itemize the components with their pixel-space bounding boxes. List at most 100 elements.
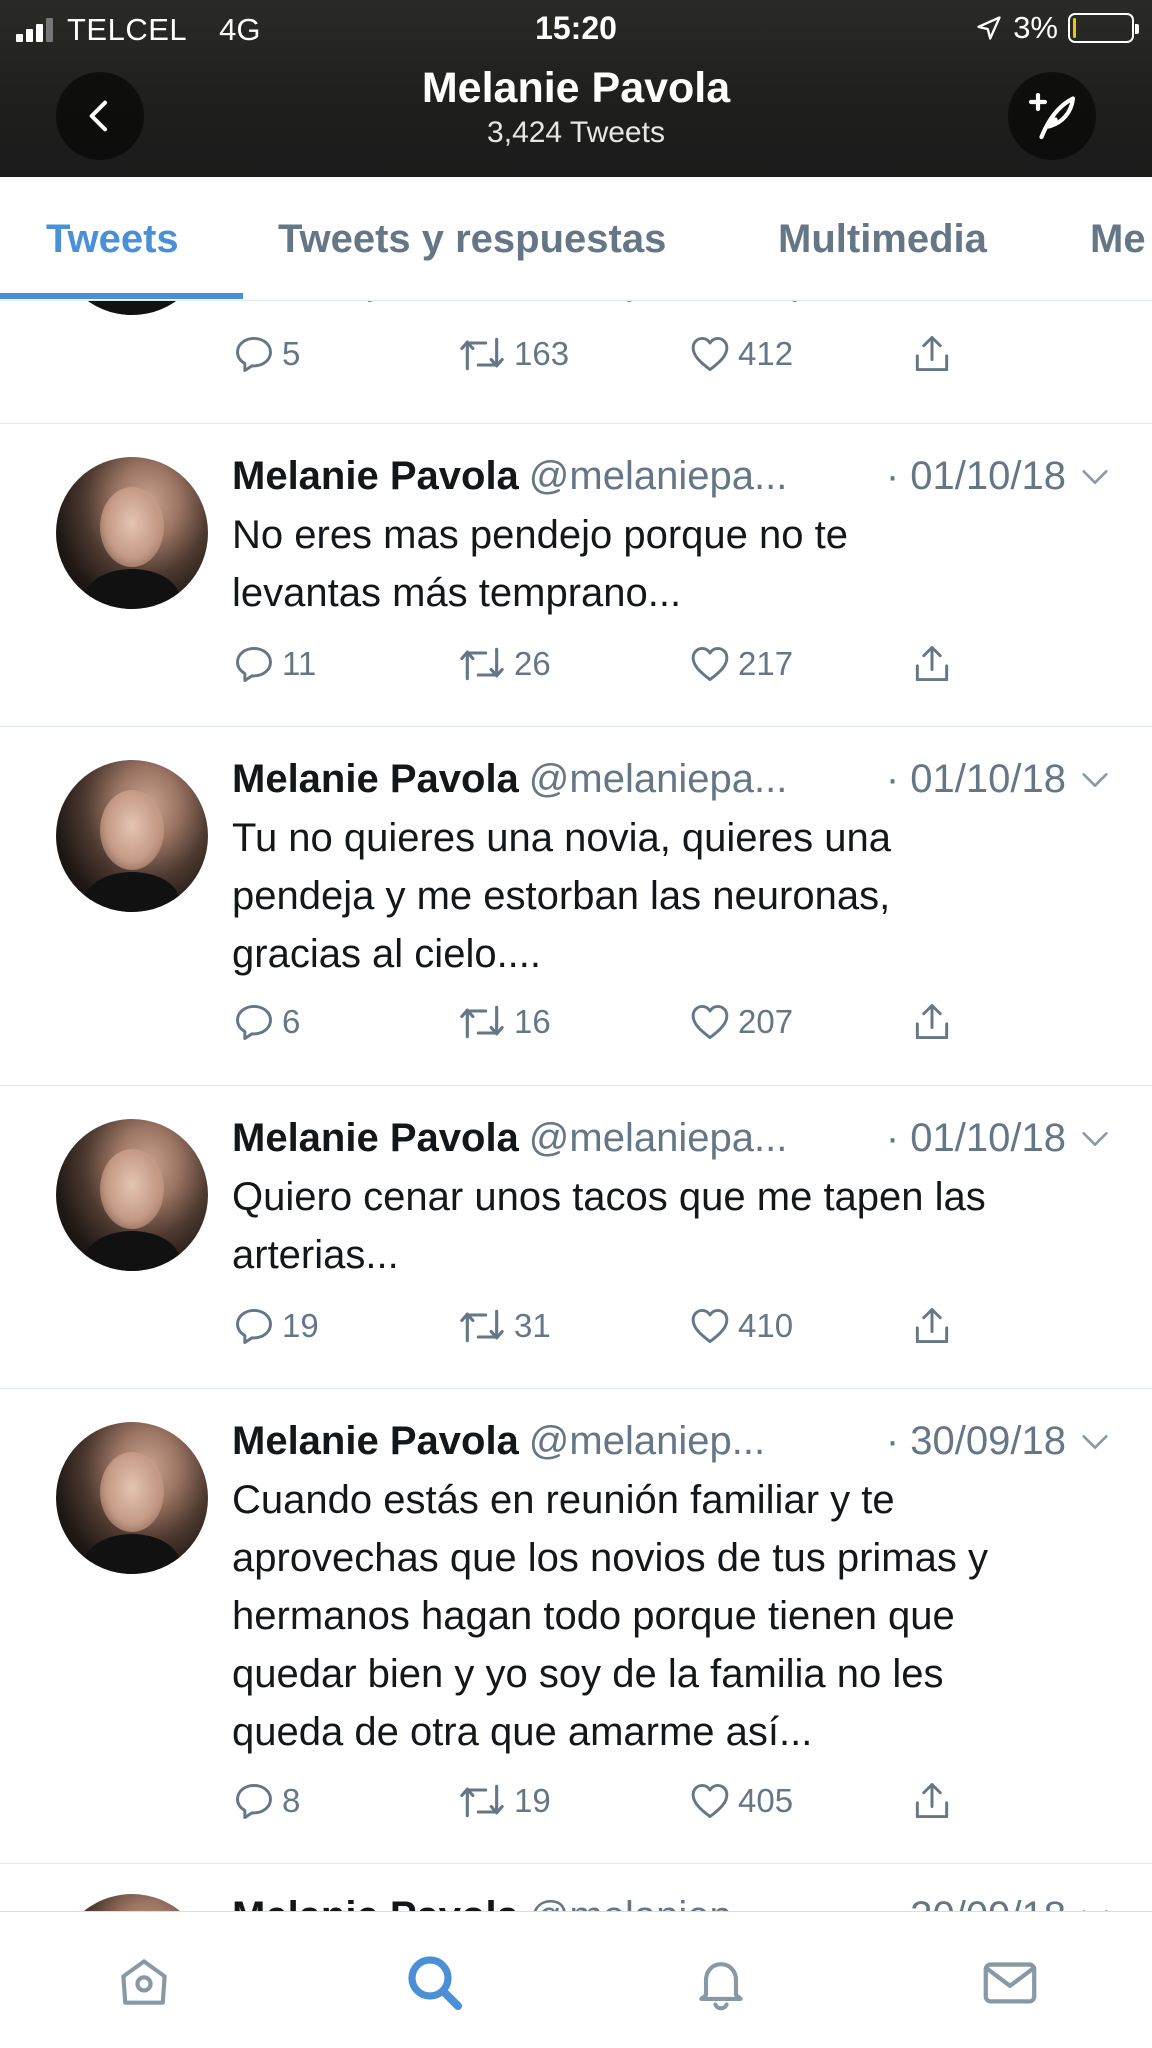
nav-home-button[interactable] [112,1950,176,2014]
chevron-down-icon[interactable] [1078,460,1112,494]
avatar[interactable] [56,457,208,609]
tweet-date: · 01/10/18 [885,757,1066,801]
reply-action[interactable]: 5 [232,332,300,376]
tweet-text-line: No eres mas pendejo porque no te [232,513,848,557]
reply-action[interactable]: 8 [232,1779,300,1823]
reply-icon [236,1004,272,1040]
like-count: 410 [738,1307,794,1344]
tweet-author-name[interactable]: Melanie Pavola [232,757,519,801]
tweet-text: Si cualquiera lo tiene, yo no lo quiero.… [232,301,1112,309]
reply-count: 19 [282,1307,319,1344]
reply-count: 6 [282,1003,301,1040]
avatar[interactable] [56,1894,208,1911]
nav-notifications-button[interactable] [689,1950,753,2014]
compose-tweet-button[interactable] [1008,72,1096,160]
chevron-down-icon[interactable] [1078,763,1112,797]
reply-action[interactable]: 11 [232,642,316,686]
heart-icon [691,1308,729,1344]
share-action[interactable] [910,332,954,376]
tweet[interactable]: Melanie Pavola @melaniepa... · 01/10/18 N… [0,424,1152,727]
tweet-date: · 01/10/18 [885,454,1066,498]
avatar[interactable] [56,1119,208,1271]
nav-messages-button[interactable] [978,1950,1042,2014]
avatar[interactable] [56,760,208,912]
retweet-count: 16 [514,1003,551,1040]
retweet-count: 26 [514,645,551,682]
tweet-author-handle: @melaniep... [529,1894,765,1911]
reply-count: 5 [282,335,301,372]
battery-level [1073,18,1077,38]
tab-tweets[interactable]: Tweets [46,217,179,262]
tweet-header: Melanie Pavola @melaniepa... · 01/10/18 [232,454,1112,499]
reply-count: 11 [282,645,317,682]
share-icon [915,336,949,372]
tweet-text-line: pendeja y me estorban las neuronas, [232,874,891,918]
share-action[interactable] [910,1000,954,1044]
reply-icon [236,646,272,682]
tweet[interactable]: Melanie Pavola @melaniepa... · 01/10/18 T… [0,727,1152,1086]
profile-name: Melanie Pavola [421,64,731,112]
tweet-header: Melanie Pavola@melaniep... · 30/09/18 [232,1419,1112,1464]
like-action[interactable]: 207 [688,1000,793,1044]
home-icon [121,1959,167,2005]
retweet-action[interactable]: 19 [456,1779,551,1823]
like-action[interactable]: 405 [688,1779,793,1823]
search-icon [408,1956,462,2010]
like-action[interactable]: 412 [688,332,793,376]
retweet-action[interactable]: 26 [456,642,551,686]
reply-action[interactable]: 19 [232,1304,319,1348]
nav-search-button[interactable] [402,1950,466,2014]
tab-tweets-y-respuestas[interactable]: Tweets y respuestas [278,217,666,262]
share-action[interactable] [910,1304,954,1348]
tweet-count: 3,424 Tweets [487,116,665,149]
tweet-header: Melanie Pavola@melaniep... · 30/09/18 [232,1894,1112,1911]
tweet-author-handle: @melaniepa... [528,1116,788,1160]
tweet[interactable]: Melanie Pavola @melaniep... · 30/09/18 Cu… [0,1389,1152,1864]
heart-icon [691,336,729,372]
share-icon [915,1004,949,1040]
avatar[interactable] [56,1422,208,1574]
tweet-partial-top[interactable]: Si cualquiera lo tiene, yo no lo quiero.… [0,301,1152,424]
heart-icon [691,1004,729,1040]
retweet-action[interactable]: 163 [456,332,569,376]
retweet-icon [460,337,504,371]
tweet-partial-bottom[interactable]: Melanie Pavola @melaniep... · 30/09/18 [0,1864,1152,1911]
avatar[interactable] [56,301,208,315]
like-count: 405 [738,1782,794,1819]
tweet-author-name[interactable]: Melanie Pavola [232,1116,519,1160]
retweet-icon [460,1309,504,1343]
like-action[interactable]: 217 [688,642,793,686]
active-tab-indicator [0,293,243,299]
tweet-text: Tu no quieres una novia, quieres una pen… [232,809,1112,983]
bottom-navigation [0,1911,1152,2048]
retweet-count: 163 [514,335,570,372]
retweet-action[interactable]: 16 [456,1000,551,1044]
tweet-author-handle: @melaniepa... [528,757,788,801]
tweet-author-name[interactable]: Melanie Pavola [232,1419,519,1463]
like-action[interactable]: 410 [688,1304,793,1348]
status-right: 3% [975,10,1139,46]
share-icon [915,646,949,682]
tweet-author-name[interactable]: Melanie Pavola [232,454,519,498]
tab-more[interactable]: Me [1090,217,1146,262]
tweet-author-handle: @melaniep... [528,1419,766,1463]
tab-multimedia[interactable]: Multimedia [778,217,987,262]
chevron-down-icon[interactable] [1078,1900,1112,1911]
retweet-action[interactable]: 31 [456,1304,551,1348]
tweet[interactable]: Melanie Pavola @melaniepa... · 01/10/18 Q… [0,1086,1152,1389]
tweet-text-line: aprovechas que los novios de tus primas … [232,1536,988,1580]
tweet-author-name[interactable]: Melanie Pavola [232,1894,519,1911]
battery-icon [1068,13,1139,43]
retweet-count: 31 [514,1307,551,1344]
share-action[interactable] [910,1779,954,1823]
tweet-actions: 11 26 217 [232,642,1052,692]
tweet-header: Melanie Pavola @melaniepa... · 01/10/18 [232,1116,1112,1161]
reply-action[interactable]: 6 [232,1000,300,1044]
retweet-icon [460,1784,504,1818]
compose-feather-icon [1028,92,1076,140]
retweet-count: 19 [514,1782,551,1819]
chevron-down-icon[interactable] [1078,1122,1112,1156]
chevron-down-icon[interactable] [1078,1425,1112,1459]
share-action[interactable] [910,642,954,686]
tweet-timeline: Si cualquiera lo tiene, yo no lo quiero.… [0,301,1152,1911]
